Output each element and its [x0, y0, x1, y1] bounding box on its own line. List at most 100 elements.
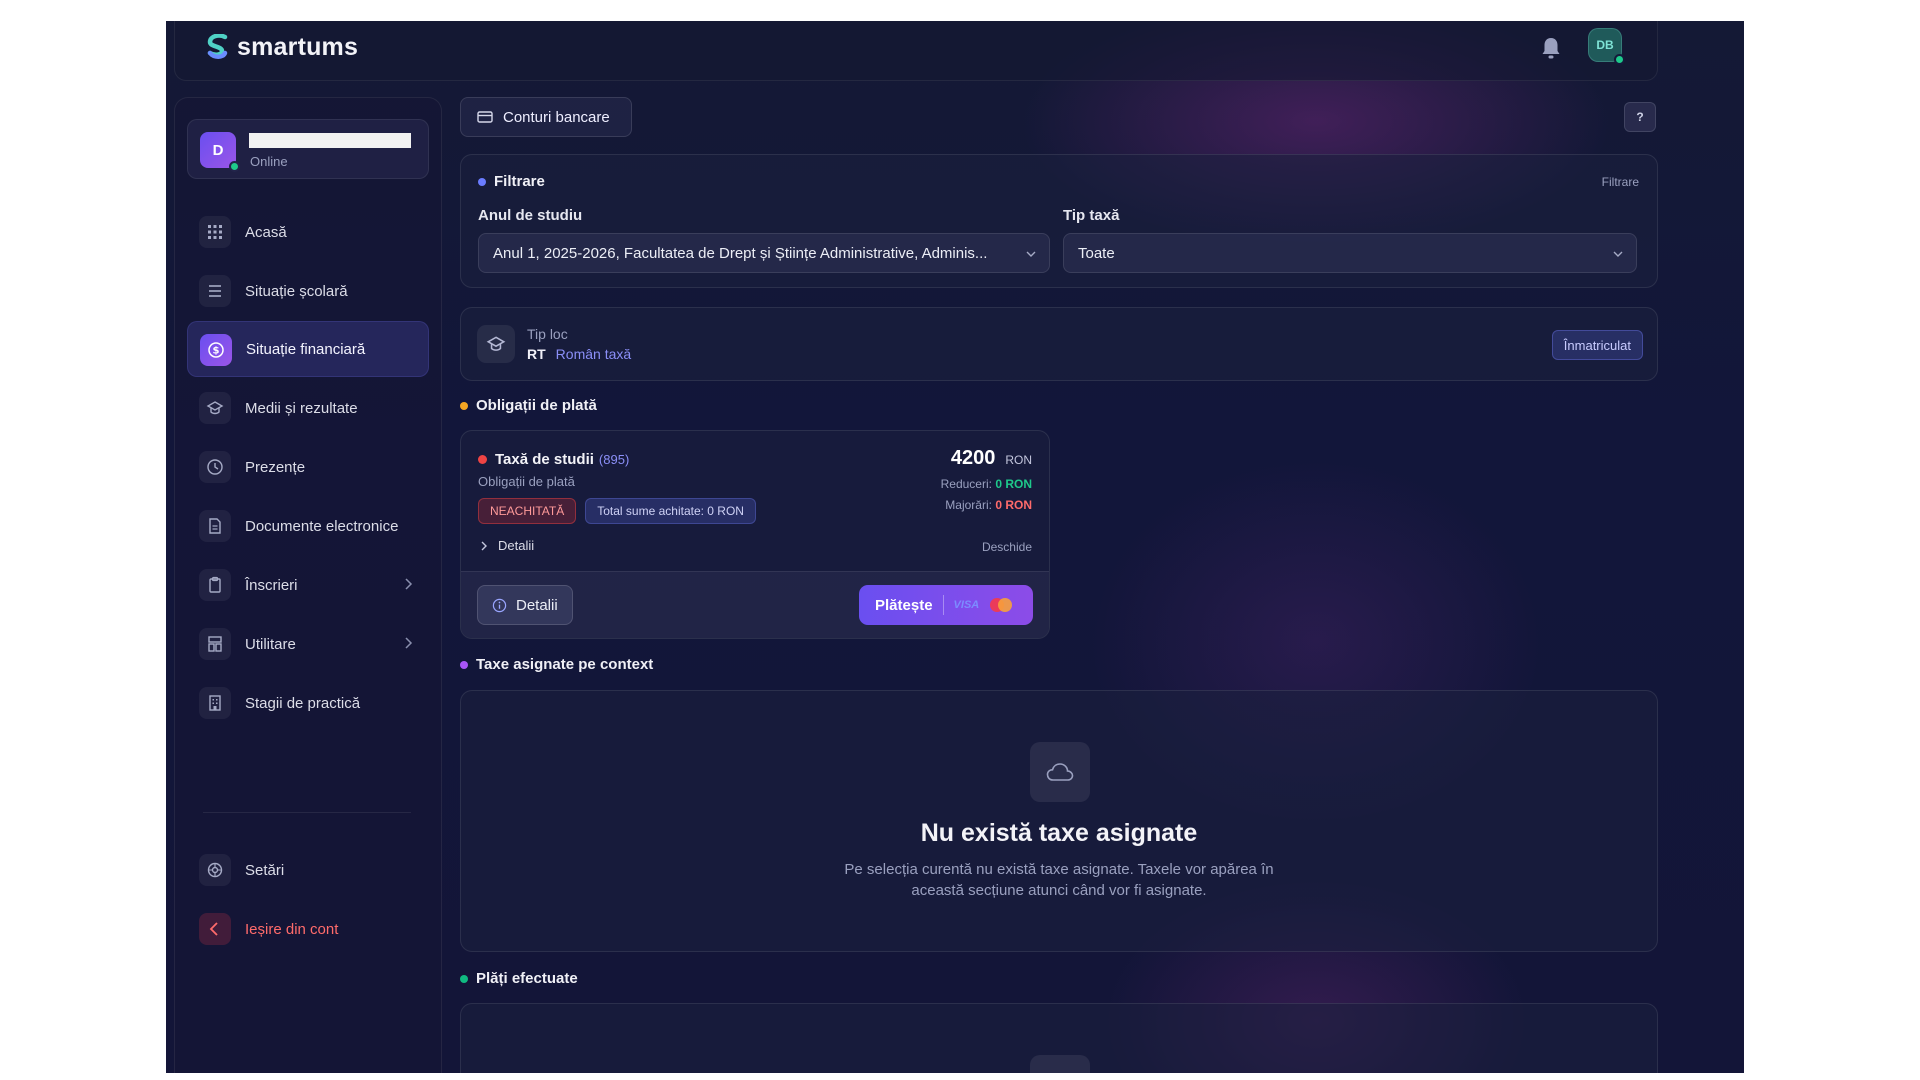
unpaid-status-badge: NEACHITATĂ — [478, 498, 577, 524]
empty-state-line-2: această secțiune atunci când vor fi asig… — [911, 882, 1207, 899]
bank-accounts-button[interactable]: Conturi bancare — [460, 97, 632, 137]
pay-divider — [942, 595, 944, 615]
user-avatar-button[interactable]: DB — [1588, 28, 1625, 65]
smartums-logo-icon — [207, 33, 228, 59]
clipboard-icon — [199, 569, 231, 601]
empty-state-title: Nu există taxe asignate — [920, 819, 1198, 847]
user-initials: DB — [1596, 38, 1614, 52]
details-button[interactable]: Detalii — [477, 585, 573, 625]
online-indicator — [1614, 54, 1625, 65]
fee-amount-value: 4200 — [950, 447, 996, 469]
building-icon — [199, 687, 231, 719]
obligations-dot — [460, 401, 468, 410]
user-name-redacted — [249, 133, 411, 148]
penalty-label: Majorări: — [945, 498, 992, 512]
brand-name: smartums — [237, 33, 359, 61]
top-header: smartums DB — [174, 21, 1658, 81]
document-icon — [199, 510, 231, 542]
notification-bell-icon[interactable] — [1539, 35, 1563, 61]
fee-card-title: Taxă de studii (895) — [478, 451, 629, 468]
payments-panel — [460, 1003, 1658, 1073]
sidebar-item-situatie-scolara[interactable]: Situație școlară — [187, 263, 429, 319]
filter-right-label: Filtrare — [1601, 175, 1639, 189]
discount-label: Reduceri: — [940, 477, 992, 491]
filter-dot — [478, 177, 486, 186]
details-toggle[interactable]: Detalii — [478, 538, 534, 553]
sidebar-item-setari[interactable]: Setări — [187, 842, 429, 898]
fee-type-select[interactable]: Toate — [1063, 233, 1637, 273]
fee-tags: NEACHITATĂ Total sume achitate: 0 RON — [478, 498, 756, 524]
filter-panel: Filtrare Filtrare Anul de studiu Anul 1,… — [460, 154, 1658, 288]
place-code: RT — [527, 346, 546, 362]
unpaid-dot — [478, 455, 487, 464]
empty-state-icon-box — [1030, 1055, 1090, 1073]
fee-amount: 4200 RON — [951, 447, 1032, 470]
sidebar-item-label: Documente electronice — [245, 517, 399, 535]
list-icon — [199, 275, 231, 307]
clock-icon — [199, 451, 231, 483]
payments-title: Plăți efectuate — [460, 970, 578, 987]
sidebar-item-stagii[interactable]: Stagii de practică — [187, 675, 429, 731]
grid-icon — [199, 216, 231, 248]
fee-type-field-label: Tip taxă — [1063, 207, 1120, 224]
dollar-icon: $ — [200, 334, 232, 366]
fee-code: (895) — [598, 452, 630, 467]
cloud-icon — [1030, 742, 1090, 802]
details-button-label: Detalii — [516, 596, 558, 614]
sidebar-item-inscrieri[interactable]: Înscrieri — [187, 557, 429, 613]
fee-currency: RON — [1005, 453, 1032, 467]
pay-button-label: Plătește — [875, 596, 933, 614]
discount-value: 0 RON — [995, 477, 1032, 491]
fee-type-value: Toate — [1078, 244, 1115, 262]
open-link[interactable]: Deschide — [982, 540, 1032, 554]
sidebar-item-utilitare[interactable]: Utilitare — [187, 616, 429, 672]
assigned-title-text: Taxe asignate pe context — [476, 656, 654, 673]
place-type-label: Tip loc — [527, 326, 568, 342]
sidebar: D Online Acasă Situație școlară $ Situaț… — [174, 97, 442, 1073]
settings-icon — [199, 854, 231, 886]
assigned-taxes-title: Taxe asignate pe context — [460, 656, 653, 673]
penalty-value: 0 RON — [995, 498, 1032, 512]
obligations-title-text: Obligații de plată — [476, 397, 597, 414]
details-toggle-label: Detalii — [498, 538, 535, 553]
fee-penalty-row: Majorări: 0 RON — [945, 498, 1032, 512]
sidebar-item-label: Prezențe — [245, 458, 306, 476]
place-type-value: RT Român taxă — [527, 346, 631, 362]
year-select-value: Anul 1, 2025-2026, Facultatea de Drept ș… — [493, 244, 988, 262]
filter-title: Filtrare — [478, 173, 545, 190]
sidebar-item-label: Situație financiară — [246, 340, 366, 358]
sidebar-item-documente[interactable]: Documente electronice — [187, 498, 429, 554]
app-window: smartums DB D Online Acasă Situație școl… — [166, 21, 1744, 1073]
credit-card-icon — [477, 111, 493, 123]
year-field-label: Anul de studiu — [478, 207, 583, 224]
pay-button[interactable]: Plătește VISA — [859, 585, 1033, 625]
sidebar-item-label: Setări — [245, 861, 285, 879]
sidebar-item-label: Acasă — [245, 223, 287, 241]
year-select[interactable]: Anul 1, 2025-2026, Facultatea de Drept ș… — [478, 233, 1050, 273]
sidebar-item-label: Utilitare — [245, 635, 296, 653]
sidebar-item-medii-rezultate[interactable]: Medii și rezultate — [187, 380, 429, 436]
brand-logo[interactable]: smartums — [205, 33, 358, 62]
visa-logo: VISA — [953, 599, 980, 611]
chevron-right-icon — [405, 578, 413, 590]
user-card[interactable]: D Online — [187, 119, 429, 179]
payments-dot — [460, 974, 468, 983]
place-type-panel: Tip loc RT Român taxă Înmatriculat — [460, 307, 1658, 381]
sidebar-item-label: Stagii de practică — [245, 694, 361, 712]
user-status: Online — [250, 154, 288, 169]
filter-title-text: Filtrare — [494, 173, 545, 190]
sidebar-item-acasa[interactable]: Acasă — [187, 204, 429, 260]
chevron-left-icon — [199, 913, 231, 945]
help-button[interactable]: ? — [1624, 102, 1656, 132]
fee-discount-row: Reduceri: 0 RON — [941, 477, 1032, 491]
mastercard-icon — [990, 598, 1013, 612]
chevron-right-icon — [481, 541, 487, 550]
chevron-right-icon — [405, 637, 413, 649]
sidebar-item-label: Ieșire din cont — [245, 920, 339, 938]
paid-total-badge: Total sume achitate: 0 RON — [585, 498, 756, 524]
layout-icon — [199, 628, 231, 660]
sidebar-item-logout[interactable]: Ieșire din cont — [187, 901, 429, 957]
empty-state-line-1: Pe selecția curentă nu există taxe asign… — [844, 861, 1274, 878]
sidebar-item-situatie-financiara[interactable]: $ Situație financiară — [187, 321, 429, 377]
sidebar-item-prezente[interactable]: Prezențe — [187, 439, 429, 495]
